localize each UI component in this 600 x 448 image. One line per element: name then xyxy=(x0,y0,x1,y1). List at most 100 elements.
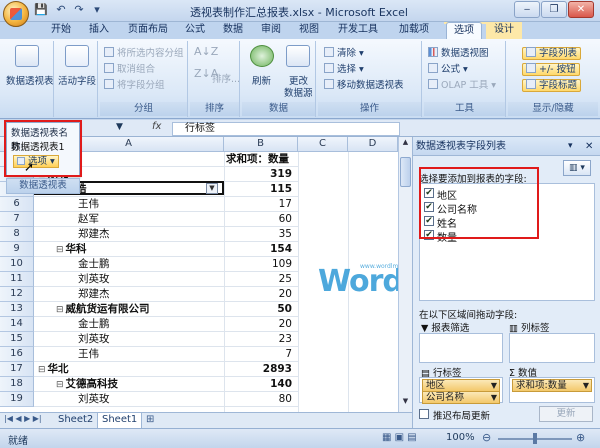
field-headers-toggle[interactable]: 字段标题 xyxy=(522,77,582,92)
cell-value[interactable]: 17 xyxy=(224,197,298,212)
cell-row-label[interactable]: 刘英玫 xyxy=(34,272,224,287)
ungroup-button[interactable]: 取消组合 xyxy=(104,61,155,75)
sheet-nav-icons[interactable]: |◀ ◀ ▶ ▶| xyxy=(4,414,42,423)
panel-menu-icon[interactable]: ▾ xyxy=(568,137,573,156)
tab-insert[interactable]: 插入 xyxy=(82,22,116,39)
collapse-icon[interactable]: ⊟ xyxy=(56,380,64,390)
sort-button[interactable]: 排序... xyxy=(212,71,240,85)
cell-value[interactable]: 319 xyxy=(224,167,298,182)
row-header[interactable]: 13 xyxy=(0,302,34,317)
new-sheet-icon[interactable]: ⊞ xyxy=(146,414,154,425)
row-header[interactable]: 10 xyxy=(0,257,34,272)
value-field-sum-quantity[interactable]: 求和项:数量 ▼ xyxy=(512,379,592,392)
cell-value[interactable]: 2893 xyxy=(224,362,298,377)
tab-addins[interactable]: 加载项 xyxy=(392,22,436,39)
collapse-icon[interactable]: ⊟ xyxy=(56,305,64,315)
cell-value[interactable]: 60 xyxy=(224,212,298,227)
field-list-button[interactable]: 字段列表 xyxy=(522,45,582,60)
row-header[interactable]: 9 xyxy=(0,242,34,257)
row-header[interactable]: 15 xyxy=(0,332,34,347)
sheet-tab-sheet2[interactable]: Sheet2 xyxy=(54,413,99,428)
tab-home[interactable]: 开始 xyxy=(44,22,78,39)
cell-value[interactable]: 154 xyxy=(224,242,298,257)
office-button[interactable] xyxy=(3,1,29,27)
zoom-in-icon[interactable]: ⊕ xyxy=(576,431,585,444)
row-header[interactable]: 17 xyxy=(0,362,34,377)
cell-value[interactable]: 109 xyxy=(224,257,298,272)
move-pivot-button[interactable]: 移动数据透视表 xyxy=(324,77,404,91)
cell-value[interactable]: 求和项：数量 xyxy=(224,152,298,167)
cell-row-label[interactable]: ⊟ 华北 xyxy=(34,362,224,377)
cell-value[interactable]: 23 xyxy=(224,332,298,347)
layout-options-button[interactable]: ▥ ▾ xyxy=(563,160,591,176)
cell-row-label[interactable]: 郑建杰 xyxy=(34,287,224,302)
group-field-button[interactable]: 将字段分组 xyxy=(104,77,165,91)
row-labels-area[interactable]: 地区 ▼ 公司名称 ▼ xyxy=(419,377,503,404)
view-buttons-icon[interactable]: ▦ ▣ ▤ xyxy=(382,432,417,443)
column-header-d[interactable]: D xyxy=(348,137,398,152)
pivot-chart-button[interactable]: 数据透视图 xyxy=(428,45,489,59)
cell-value[interactable]: 20 xyxy=(224,287,298,302)
values-area[interactable]: 求和项:数量 ▼ xyxy=(509,377,595,403)
cell-row-label[interactable]: 刘英玫 xyxy=(34,392,224,407)
row-header[interactable]: 19 xyxy=(0,392,34,407)
pivot-table-button[interactable]: 数据透视表 xyxy=(6,73,54,87)
cell-row-label[interactable]: 郑建杰 xyxy=(34,227,224,242)
vertical-scrollbar[interactable]: ▲ ▼ xyxy=(398,137,412,412)
cell-value[interactable]: 35 xyxy=(224,227,298,242)
scroll-up-icon[interactable]: ▲ xyxy=(400,138,411,150)
formula-input[interactable]: 行标签 xyxy=(172,122,400,136)
save-icon[interactable]: 💾 xyxy=(34,3,48,17)
cell-value[interactable]: 25 xyxy=(224,272,298,287)
undo-icon[interactable]: ↶ xyxy=(54,3,68,17)
cell-value[interactable]: 80 xyxy=(224,392,298,407)
select-button[interactable]: 选择 ▾ xyxy=(324,61,364,75)
cell-value[interactable]: 115 xyxy=(224,182,298,197)
panel-close-icon[interactable]: ✕ xyxy=(585,137,593,156)
row-header[interactable]: 16 xyxy=(0,347,34,362)
scroll-thumb[interactable] xyxy=(400,157,411,187)
change-source-button-line2[interactable]: 数据源 xyxy=(284,85,313,99)
sort-az-icon[interactable]: A↓Z xyxy=(194,45,218,58)
column-header-c[interactable]: C xyxy=(298,137,348,152)
tab-developer[interactable]: 开发工具 xyxy=(330,22,386,39)
cell-row-label[interactable]: 赵军 xyxy=(34,212,224,227)
row-header[interactable]: 18 xyxy=(0,377,34,392)
formulas-button[interactable]: 公式 ▾ xyxy=(428,61,468,75)
fx-icon[interactable]: fx xyxy=(152,121,161,132)
column-header-b[interactable]: B xyxy=(224,137,298,152)
cell-row-label[interactable]: 王伟 xyxy=(34,347,224,362)
cell-row-label[interactable]: 金士鹏 xyxy=(34,257,224,272)
active-field-button[interactable]: 活动字段 xyxy=(58,73,96,87)
collapse-icon[interactable]: ⊟ xyxy=(38,365,46,375)
cell-value[interactable]: 20 xyxy=(224,317,298,332)
cell-row-label[interactable]: ⊟ 艾德高科技 xyxy=(34,377,224,392)
tab-review[interactable]: 审阅 xyxy=(254,22,288,39)
update-button[interactable]: 更新 xyxy=(539,406,593,422)
zoom-out-icon[interactable]: ⊖ xyxy=(482,431,491,444)
defer-update-checkbox[interactable] xyxy=(419,409,429,419)
row-header[interactable]: 11 xyxy=(0,272,34,287)
qat-more-icon[interactable]: ▾ xyxy=(90,3,104,17)
group-selection-button[interactable]: 将所选内容分组 xyxy=(104,45,184,59)
row-field-company[interactable]: 公司名称 ▼ xyxy=(422,391,500,404)
tab-options[interactable]: 选项 xyxy=(446,22,482,39)
column-labels-area[interactable] xyxy=(509,333,595,363)
restore-button[interactable]: ❐ xyxy=(541,1,567,18)
scroll-down-icon[interactable]: ▼ xyxy=(400,397,411,409)
tab-data[interactable]: 数据 xyxy=(216,22,250,39)
tab-page-layout[interactable]: 页面布局 xyxy=(120,22,176,39)
tab-formulas[interactable]: 公式 xyxy=(178,22,212,39)
report-filter-area[interactable] xyxy=(419,333,503,363)
cell-row-label[interactable]: ⊟ 华科 xyxy=(34,242,224,257)
cell-row-label[interactable]: 王伟 xyxy=(34,197,224,212)
tab-design[interactable]: 设计 xyxy=(486,22,522,39)
tab-view[interactable]: 视图 xyxy=(292,22,326,39)
refresh-button[interactable]: 刷新 xyxy=(252,73,271,87)
row-header[interactable]: 12 xyxy=(0,287,34,302)
cell-row-label[interactable]: 刘英玫 xyxy=(34,332,224,347)
zoom-level[interactable]: 100% xyxy=(446,432,475,443)
row-header[interactable]: 6 xyxy=(0,197,34,212)
cell-value[interactable]: 7 xyxy=(224,347,298,362)
close-button[interactable]: ✕ xyxy=(568,1,594,18)
